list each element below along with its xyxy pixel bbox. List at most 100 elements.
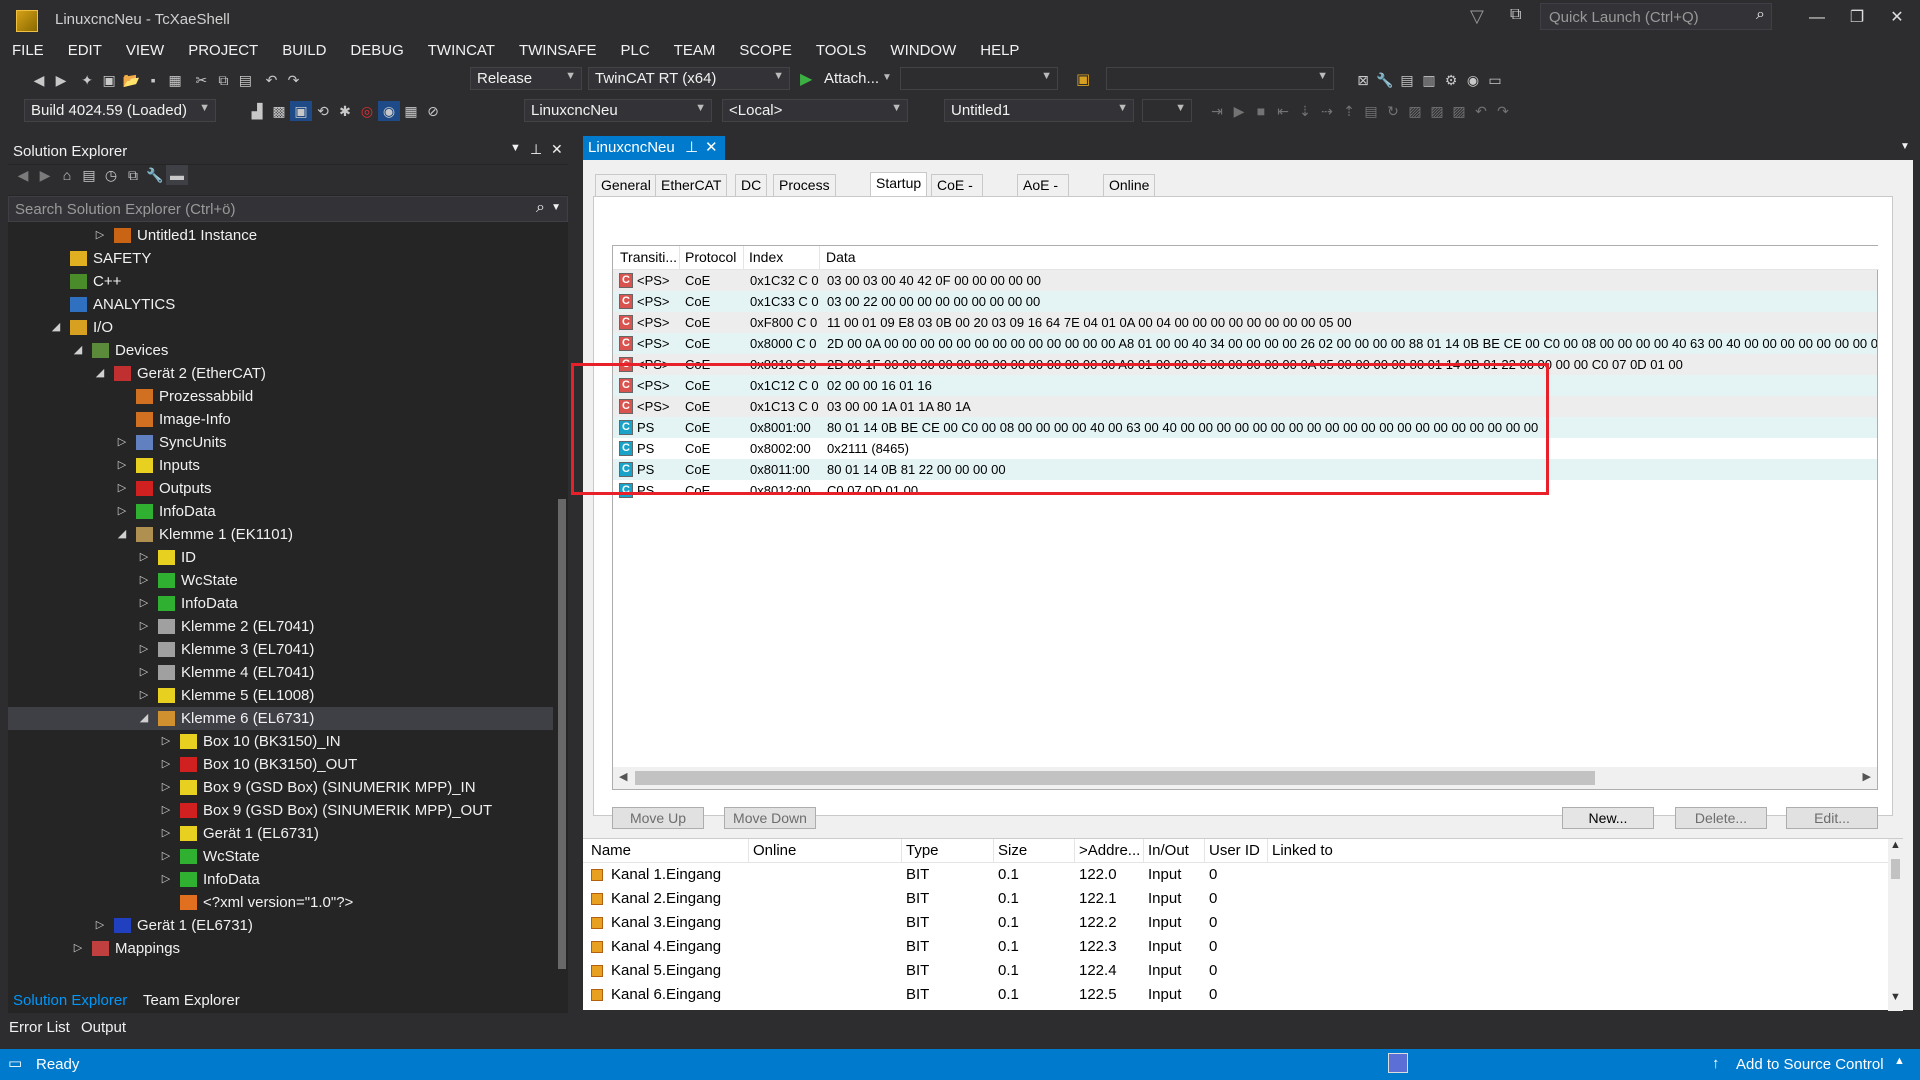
scan-icon[interactable]: ✱ — [334, 101, 356, 121]
variable-row[interactable]: Kanal 6.Eingang BIT 0.1 122.5 Input 0 — [583, 983, 1888, 1007]
menu-project[interactable]: PROJECT — [176, 40, 270, 62]
menu-twincat[interactable]: TWINCAT — [416, 40, 507, 62]
tree-item[interactable]: ▷ Gerät 1 (EL6731) — [8, 822, 553, 845]
tree-item[interactable]: ▷ Box 9 (GSD Box) (SINUMERIK MPP)_OUT — [8, 799, 553, 822]
tab-list-icon[interactable]: ▼ — [1900, 141, 1910, 152]
expand-arrow-icon[interactable]: ▷ — [160, 730, 172, 753]
plc-project-dropdown[interactable]: Untitled1 ▼ — [944, 99, 1134, 122]
menu-debug[interactable]: DEBUG — [338, 40, 415, 62]
tab-aoe-online[interactable]: AoE - Online — [1017, 174, 1070, 213]
variables-column[interactable]: Online — [753, 842, 796, 859]
tree-item[interactable]: <?xml version="1.0"?> — [8, 891, 553, 914]
expand-arrow-icon[interactable]: ▷ — [72, 937, 84, 960]
collapse-arrow-icon[interactable]: ◢ — [72, 339, 84, 362]
menu-file[interactable]: FILE — [0, 40, 56, 62]
menu-build[interactable]: BUILD — [270, 40, 338, 62]
project-dropdown[interactable]: LinuxcncNeu ▼ — [524, 99, 712, 122]
tree-item[interactable]: ▷ InfoData — [8, 868, 553, 891]
variables-column[interactable]: Size — [998, 842, 1027, 859]
startup-row[interactable]: C <PS> CoE 0xF800 C 0 11 00 01 09 E8 03 0B 0… — [613, 312, 1877, 333]
menu-help[interactable]: HELP — [968, 40, 1031, 62]
expand-arrow-icon[interactable]: ▷ — [138, 615, 150, 638]
tree-item[interactable]: ▷ Outputs — [8, 477, 553, 500]
collapse-arrow-icon[interactable]: ◢ — [116, 523, 128, 546]
tree-item[interactable]: ▷ Klemme 3 (EL7041) — [8, 638, 553, 661]
tree-item[interactable]: ▷ WcState — [8, 569, 553, 592]
logout-icon[interactable]: ⇤ — [1272, 101, 1294, 121]
settings-icon[interactable]: ⚙ — [1440, 70, 1462, 90]
tree-item[interactable]: ◢ Klemme 1 (EK1101) — [8, 523, 553, 546]
expand-arrow-icon[interactable]: ▷ — [138, 592, 150, 615]
start-icon[interactable]: ▶ — [1228, 101, 1250, 121]
tab-dc[interactable]: DC — [735, 174, 768, 196]
restore-button[interactable]: ❐ — [1840, 5, 1874, 31]
step-out-icon[interactable]: ⇡ — [1338, 101, 1360, 121]
column-protocol[interactable]: Protocol — [685, 249, 736, 265]
menu-plc[interactable]: PLC — [608, 40, 661, 62]
tab-process-data[interactable]: Process Data — [773, 174, 836, 213]
window-icon[interactable]: ▭ — [1484, 70, 1506, 90]
tree-item[interactable]: ▷ InfoData — [8, 500, 553, 523]
expand-arrow-icon[interactable]: ▷ — [160, 845, 172, 868]
solution-explorer-scrollbar[interactable] — [556, 224, 568, 1080]
configuration-dropdown[interactable]: Release ▼ — [470, 67, 582, 90]
tree-item[interactable]: ▷ WcState — [8, 845, 553, 868]
tree-item[interactable]: ▷ ID — [8, 546, 553, 569]
forward-icon[interactable]: ▶ — [34, 165, 56, 185]
add-item-icon[interactable]: ▣ — [98, 70, 120, 90]
twincat-target-icon[interactable]: ▣ — [1076, 70, 1090, 88]
redo-icon[interactable]: ↷ — [283, 70, 305, 90]
column-transition[interactable]: Transiti... — [620, 249, 677, 265]
tree-item[interactable]: ◢ Devices — [8, 339, 553, 362]
scroll-down-icon[interactable]: ▼ — [1890, 991, 1901, 1003]
home-icon[interactable]: ⌂ — [56, 165, 78, 185]
tree-item[interactable]: Image-Info — [8, 408, 553, 431]
preview-icon[interactable]: ▬ — [166, 165, 188, 185]
new-project-icon[interactable]: ✦ — [76, 70, 98, 90]
startup-row[interactable]: C <PS> CoE 0x8000 C 0 2D 00 0A 00 00 00 00 0… — [613, 333, 1877, 354]
tab-error-list[interactable]: Error List — [4, 1015, 75, 1040]
tree-item[interactable]: ▷ InfoData — [8, 592, 553, 615]
twincat-status-icon[interactable] — [1388, 1053, 1408, 1073]
save-icon[interactable]: ▪ — [142, 70, 164, 90]
variable-row[interactable]: Kanal 5.Eingang BIT 0.1 122.4 Input 0 — [583, 959, 1888, 983]
watch-icon[interactable]: ▨ — [1404, 101, 1426, 121]
status-icon[interactable]: ◉ — [1462, 70, 1484, 90]
tree-item[interactable]: ▷ Untitled1 Instance — [8, 224, 553, 247]
play-icon[interactable]: ▶ — [800, 69, 812, 89]
login-icon[interactable]: ⇥ — [1206, 101, 1228, 121]
collapse-all-icon[interactable]: ⧉ — [122, 165, 144, 185]
variables-column[interactable]: Linked to — [1272, 842, 1333, 859]
column-data[interactable]: Data — [826, 249, 856, 265]
toolbox-icon[interactable]: ▥ — [1418, 70, 1440, 90]
tree-item[interactable]: ◢ Klemme 6 (EL6731) — [8, 707, 553, 730]
switch-views-icon[interactable]: ▤ — [78, 165, 100, 185]
tree-item[interactable]: SAFETY — [8, 247, 553, 270]
menu-twinsafe[interactable]: TWINSAFE — [507, 40, 609, 62]
move-down-button[interactable]: Move Down — [724, 807, 816, 829]
wrench-icon[interactable]: 🔧 — [1374, 70, 1396, 90]
expand-arrow-icon[interactable]: ▷ — [94, 224, 106, 247]
tab-coe-online[interactable]: CoE - Online — [931, 174, 984, 213]
properties-icon[interactable]: 🔧 — [144, 165, 166, 185]
scrollbar-thumb[interactable] — [1891, 859, 1900, 879]
tab-output[interactable]: Output — [76, 1015, 131, 1040]
tree-item[interactable]: ◢ I/O — [8, 316, 553, 339]
build-version-dropdown[interactable]: Build 4024.59 (Loaded) ▼ — [24, 99, 216, 122]
back-icon[interactable]: ◀ — [28, 70, 50, 90]
copy-icon[interactable]: ⧉ — [212, 70, 234, 90]
cut-icon[interactable]: ✂ — [190, 70, 212, 90]
attach-chevron-icon[interactable]: ▼ — [882, 72, 892, 83]
expand-arrow-icon[interactable]: ▷ — [116, 431, 128, 454]
chevron-up-icon[interactable]: ▲ — [1894, 1055, 1905, 1067]
variable-row[interactable]: Kanal 2.Eingang BIT 0.1 122.1 Input 0 — [583, 887, 1888, 911]
reload-icon[interactable]: ⟲ — [312, 101, 334, 121]
tree-item[interactable]: ▷ Klemme 2 (EL7041) — [8, 615, 553, 638]
tree-item[interactable]: C++ — [8, 270, 553, 293]
variable-row[interactable]: Kanal 1.Eingang BIT 0.1 122.0 Input 0 — [583, 863, 1888, 887]
debug-target-dropdown[interactable]: ▼ — [900, 67, 1058, 90]
scroll-right-icon[interactable]: ▶ — [1863, 770, 1871, 783]
expand-arrow-icon[interactable]: ▷ — [160, 799, 172, 822]
filter-icon[interactable]: ▽ — [1470, 6, 1490, 26]
scope-icon[interactable]: ⊠ — [1352, 70, 1374, 90]
